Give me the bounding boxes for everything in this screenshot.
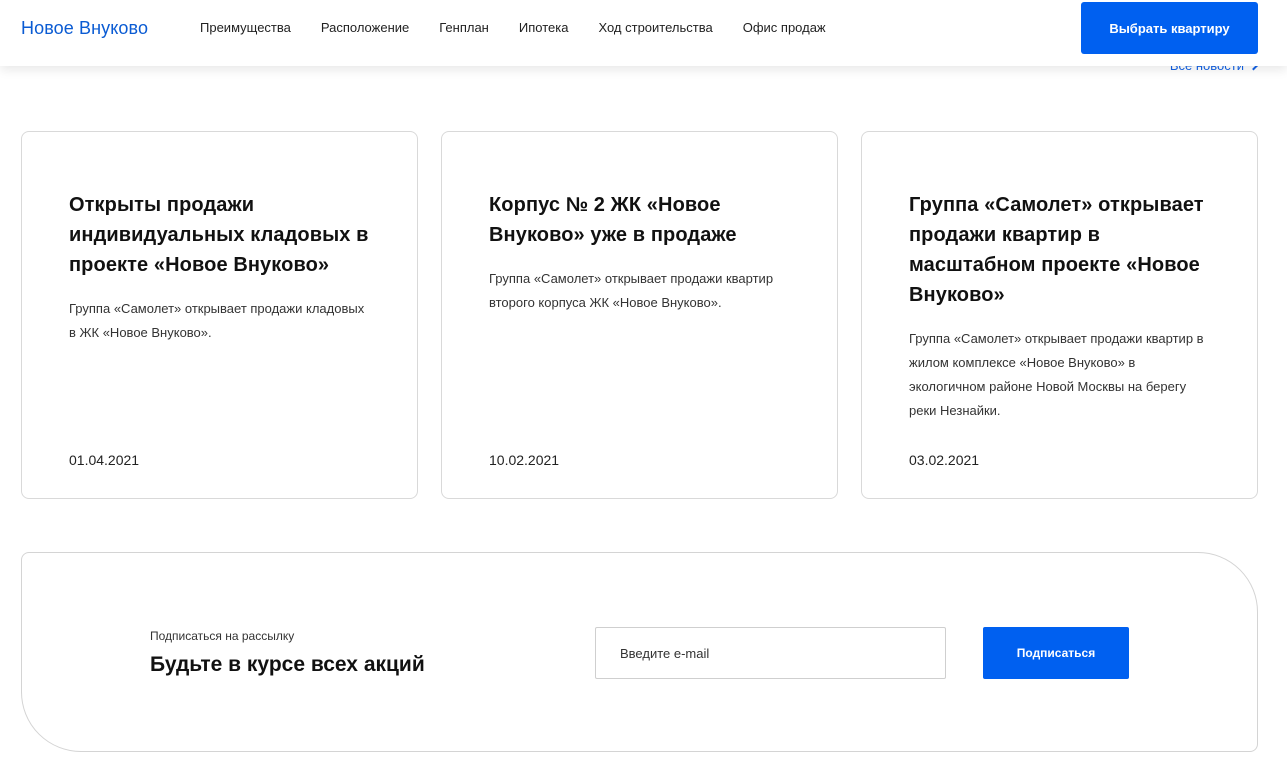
newsletter-block: Подписаться на рассылку Будьте в курсе в… — [21, 552, 1258, 752]
site-header: Новое Внуково Преимущества Расположение … — [0, 0, 1287, 66]
main-nav: Преимущества Расположение Генплан Ипотек… — [200, 20, 856, 36]
nav-item-master-plan[interactable]: Генплан — [439, 20, 489, 36]
news-text: Группа «Самолет» открывает продажи кладо… — [69, 301, 365, 340]
choose-apartment-button[interactable]: Выбрать квартиру — [1081, 2, 1258, 54]
subscribe-button[interactable]: Подписаться — [983, 627, 1129, 679]
news-date: 01.04.2021 — [69, 452, 140, 468]
news-card[interactable]: Корпус № 2 ЖК «Новое Внуково» уже в прод… — [441, 131, 838, 499]
nav-item-advantages[interactable]: Преимущества — [200, 20, 291, 36]
news-card[interactable]: Группа «Самолет» открывает продажи кварт… — [861, 131, 1258, 499]
nav-item-mortgage[interactable]: Ипотека — [519, 20, 569, 36]
news-title[interactable]: Группа «Самолет» открывает продажи кварт… — [909, 190, 1210, 310]
email-field[interactable] — [595, 627, 946, 679]
news-text: Группа «Самолет» открывает продажи кварт… — [909, 331, 1204, 418]
news-date: 10.02.2021 — [489, 452, 560, 468]
news-date: 03.02.2021 — [909, 452, 980, 468]
news-text: Группа «Самолет» открывает продажи кварт… — [489, 271, 774, 310]
news-card[interactable]: Открыты продажи индивидуальных кладовых … — [21, 131, 418, 499]
news-title[interactable]: Открыты продажи индивидуальных кладовых … — [69, 190, 370, 280]
nav-item-sales-office[interactable]: Офис продаж — [743, 20, 826, 36]
newsletter-title: Будьте в курсе всех акций — [150, 653, 425, 676]
site-logo[interactable]: Новое Внуково — [21, 18, 148, 39]
news-title[interactable]: Корпус № 2 ЖК «Новое Внуково» уже в прод… — [489, 190, 790, 250]
newsletter-label: Подписаться на рассылку — [150, 629, 295, 643]
nav-item-construction-progress[interactable]: Ход строительства — [598, 20, 712, 36]
nav-item-location[interactable]: Расположение — [321, 20, 409, 36]
